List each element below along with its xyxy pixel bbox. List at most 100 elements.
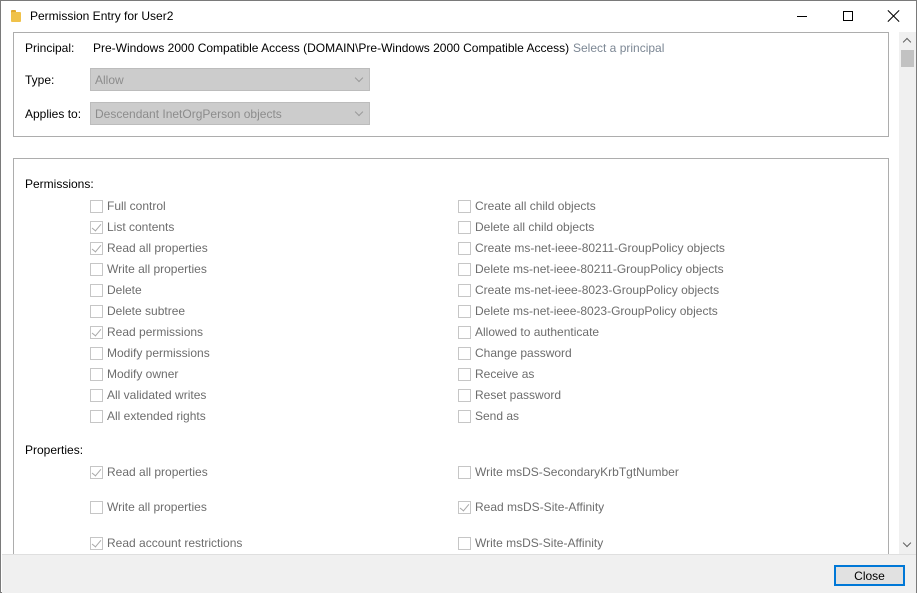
permission-checkbox-item[interactable]: Read all properties — [90, 464, 208, 480]
permission-checkbox-item[interactable]: Modify owner — [90, 366, 178, 382]
principal-group: Principal: Pre-Windows 2000 Compatible A… — [13, 32, 889, 137]
checkbox-label: Delete subtree — [107, 304, 186, 318]
checkbox[interactable] — [458, 500, 471, 514]
checkbox-label: Delete all child objects — [475, 220, 595, 234]
permission-checkbox-item[interactable]: Create ms-net-ieee-80211-GroupPolicy obj… — [458, 240, 725, 256]
checkbox-label: Write all properties — [107, 500, 207, 514]
permission-checkbox-item[interactable]: Delete — [90, 282, 142, 298]
checkbox-label: Reset password — [475, 388, 562, 402]
checkbox[interactable] — [90, 304, 103, 318]
permission-checkbox-item[interactable]: Delete ms-net-ieee-80211-GroupPolicy obj… — [458, 261, 724, 277]
permission-checkbox-item[interactable]: Read permissions — [90, 324, 203, 340]
permission-checkbox-item[interactable]: Read account restrictions — [90, 535, 242, 551]
permission-checkbox-item[interactable]: All extended rights — [90, 408, 206, 424]
checkbox[interactable] — [90, 325, 103, 339]
type-dropdown[interactable]: Allow — [90, 68, 370, 91]
checkbox[interactable] — [90, 220, 103, 234]
checkbox-label: Read all properties — [107, 465, 208, 479]
checkbox[interactable] — [458, 262, 471, 276]
applies-to-dropdown[interactable]: Descendant InetOrgPerson objects — [90, 102, 370, 125]
checkbox[interactable] — [90, 465, 103, 479]
close-icon — [888, 10, 900, 22]
checkbox[interactable] — [458, 367, 471, 381]
permission-checkbox-item[interactable]: Receive as — [458, 366, 534, 382]
vertical-scrollbar[interactable] — [899, 32, 916, 554]
checkbox[interactable] — [458, 346, 471, 360]
chevron-down-icon — [356, 111, 363, 118]
checkbox[interactable] — [458, 220, 471, 234]
title-bar: Permission Entry for User2 — [1, 1, 916, 31]
checkbox-label: All validated writes — [107, 388, 207, 402]
permission-checkbox-item[interactable]: Read all properties — [90, 240, 208, 256]
maximize-button[interactable] — [825, 1, 871, 31]
select-principal-link[interactable]: Select a principal — [573, 41, 664, 55]
checkbox[interactable] — [90, 346, 103, 360]
checkbox[interactable] — [90, 199, 103, 213]
permission-checkbox-item[interactable]: Create ms-net-ieee-8023-GroupPolicy obje… — [458, 282, 719, 298]
close-window-button[interactable] — [871, 1, 917, 31]
permission-checkbox-item[interactable]: Create all child objects — [458, 198, 596, 214]
checkbox[interactable] — [458, 465, 471, 479]
checkbox[interactable] — [90, 367, 103, 381]
minimize-button[interactable] — [779, 1, 825, 31]
permission-checkbox-item[interactable]: Delete all child objects — [458, 219, 594, 235]
dialog-footer: Close — [2, 554, 916, 593]
applies-to-label: Applies to: — [25, 107, 82, 121]
permission-checkbox-item[interactable]: Read msDS-Site-Affinity — [458, 499, 604, 515]
checkbox-label: Create ms-net-ieee-80211-GroupPolicy obj… — [475, 241, 725, 255]
checkbox[interactable] — [458, 304, 471, 318]
chevron-down-icon — [356, 77, 363, 84]
maximize-icon — [843, 11, 853, 21]
checkbox[interactable] — [458, 536, 471, 550]
checkbox[interactable] — [458, 199, 471, 213]
checkbox[interactable] — [458, 241, 471, 255]
permission-checkbox-item[interactable]: Modify permissions — [90, 345, 210, 361]
checkbox[interactable] — [90, 283, 103, 297]
permission-checkbox-item[interactable]: All validated writes — [90, 387, 206, 403]
permission-entry-window: Permission Entry for User2 Principal: Pr… — [0, 0, 917, 593]
content-scroll-area: Principal: Pre-Windows 2000 Compatible A… — [2, 31, 916, 554]
close-button[interactable]: Close — [834, 565, 905, 586]
checkbox-label: Read msDS-Site-Affinity — [475, 500, 605, 514]
checkbox-label: Read account restrictions — [107, 536, 243, 550]
principal-value: Pre-Windows 2000 Compatible Access (DOMA… — [93, 41, 570, 55]
checkbox-label: Write all properties — [107, 262, 207, 276]
permission-checkbox-item[interactable]: Write msDS-SecondaryKrbTgtNumber — [458, 464, 679, 480]
checkbox-label: Modify owner — [107, 367, 179, 381]
checkbox[interactable] — [458, 409, 471, 423]
checkbox-label: Send as — [475, 409, 520, 423]
permission-checkbox-item[interactable]: Send as — [458, 408, 519, 424]
scroll-up-icon[interactable] — [899, 32, 916, 49]
checkbox[interactable] — [458, 325, 471, 339]
permission-checkbox-item[interactable]: Delete subtree — [90, 303, 185, 319]
permissions-heading: Permissions: — [25, 177, 94, 191]
checkbox[interactable] — [90, 388, 103, 402]
scroll-down-icon[interactable] — [899, 537, 916, 554]
permission-checkbox-item[interactable]: Delete ms-net-ieee-8023-GroupPolicy obje… — [458, 303, 718, 319]
checkbox-label: Write msDS-SecondaryKrbTgtNumber — [475, 465, 679, 479]
permission-checkbox-item[interactable]: Full control — [90, 198, 166, 214]
permission-checkbox-item[interactable]: Write msDS-Site-Affinity — [458, 535, 603, 551]
checkbox[interactable] — [90, 241, 103, 255]
permission-checkbox-item[interactable]: Write all properties — [90, 499, 207, 515]
permission-checkbox-item[interactable]: Allowed to authenticate — [458, 324, 599, 340]
checkbox-label: Write msDS-Site-Affinity — [475, 536, 604, 550]
checkbox[interactable] — [90, 536, 103, 550]
permission-checkbox-item[interactable]: List contents — [90, 219, 174, 235]
type-dropdown-value: Allow — [95, 73, 124, 87]
checkbox[interactable] — [458, 283, 471, 297]
checkbox-label: Create ms-net-ieee-8023-GroupPolicy obje… — [475, 283, 720, 297]
permission-checkbox-item[interactable]: Write all properties — [90, 261, 207, 277]
checkbox[interactable] — [90, 409, 103, 423]
checkbox[interactable] — [90, 500, 103, 514]
checkbox-label: Create all child objects — [475, 199, 596, 213]
checkbox-label: Delete ms-net-ieee-8023-GroupPolicy obje… — [475, 304, 718, 318]
checkbox-label: Delete ms-net-ieee-80211-GroupPolicy obj… — [475, 262, 724, 276]
checkbox[interactable] — [458, 388, 471, 402]
checkbox-label: Change password — [475, 346, 572, 360]
scrollbar-thumb[interactable] — [901, 50, 914, 67]
checkbox[interactable] — [90, 262, 103, 276]
checkbox-label: Delete — [107, 283, 142, 297]
permission-checkbox-item[interactable]: Change password — [458, 345, 572, 361]
permission-checkbox-item[interactable]: Reset password — [458, 387, 561, 403]
